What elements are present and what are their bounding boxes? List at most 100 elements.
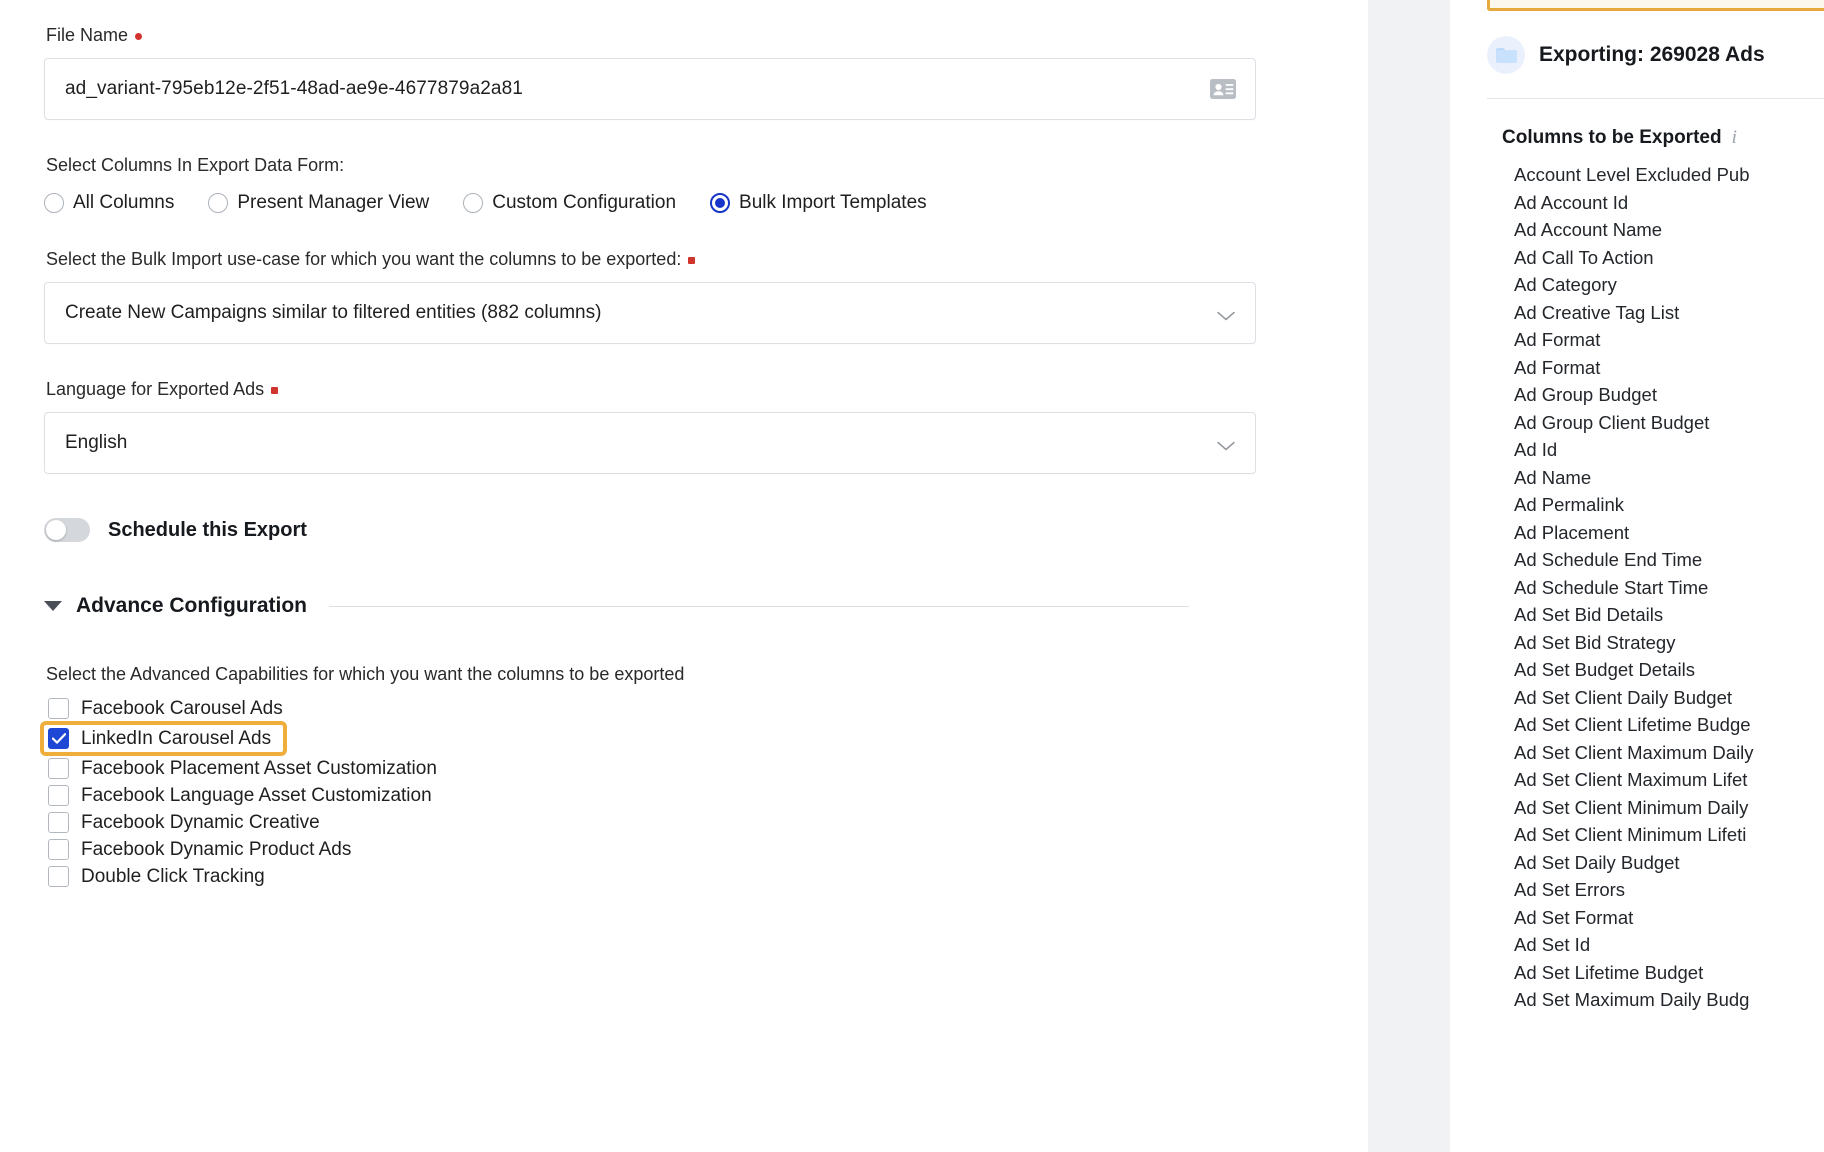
panel-divider [1487, 98, 1824, 99]
chevron-down-icon [1217, 438, 1235, 451]
use-case-selected-value: Create New Campaigns similar to filtered… [65, 302, 602, 323]
caret-down-icon [44, 601, 62, 611]
export-data-dialog: File Name ad_variant-795eb12e-2f51-48ad-… [0, 0, 1824, 1152]
list-item: Ad Permalink [1514, 494, 1625, 515]
radio-mark-icon [463, 193, 484, 213]
list-item: Ad Set Client Maximum Lifet [1514, 769, 1748, 790]
language-selected-value: English [65, 432, 128, 453]
list-item: Ad Category [1514, 274, 1617, 295]
checkbox-label: Facebook Placement Asset Customization [81, 757, 437, 779]
list-item: Ad Set Maximum Daily Budg [1514, 989, 1750, 1010]
checkbox-icon [48, 758, 69, 779]
list-item: Ad Account Name [1514, 219, 1663, 240]
panel-highlight-border [1487, 0, 1824, 11]
radio-label-bulk-import-templates: Bulk Import Templates [739, 192, 927, 213]
columns-to-be-exported-header: Columns to be Exported i [1502, 127, 1824, 149]
file-name-input-value: ad_variant-795eb12e-2f51-48ad-ae9e-46778… [65, 78, 523, 99]
checkbox-label: Facebook Carousel Ads [81, 697, 283, 719]
checkbox-linkedin-carousel-ads[interactable]: LinkedIn Carousel Ads [39, 721, 288, 756]
columns-mode-label: Select Columns In Export Data Form: [46, 154, 1324, 176]
list-item: Ad Set Bid Details [1514, 604, 1664, 625]
list-item: Ad Format [1514, 356, 1601, 378]
radio-label-all-columns: All Columns [73, 192, 175, 213]
radio-label-custom-configuration: Custom Configuration [492, 192, 677, 213]
radio-mark-selected-icon [710, 193, 731, 213]
list-item: Ad Schedule End Time [1514, 549, 1703, 570]
file-name-label-text: File Name [46, 25, 129, 45]
export-form-pane: File Name ad_variant-795eb12e-2f51-48ad-… [0, 0, 1368, 1152]
export-summary-title: Exporting: 269028 Ads [1539, 43, 1765, 66]
toggle-knob [46, 520, 66, 540]
panel-gap-divider [1368, 0, 1450, 1152]
checkbox-label: Facebook Dynamic Product Ads [81, 838, 352, 860]
checkbox-icon [48, 839, 69, 860]
checkbox-facebook-language-asset-customization[interactable]: Facebook Language Asset Customization [44, 782, 432, 809]
radio-label-present-manager-view: Present Manager View [237, 192, 430, 213]
columns-mode-label-text: Select Columns In Export Data Form: [46, 155, 345, 175]
list-item: Ad Set Client Minimum Daily [1514, 796, 1749, 818]
list-item: Ad Creative Tag List [1514, 301, 1680, 323]
list-item: Account Level Excluded Pub [1514, 164, 1750, 185]
exported-columns-list[interactable]: Account Level Excluded Pub Ad Account Id… [1514, 161, 1824, 1014]
checkbox-facebook-dynamic-creative[interactable]: Facebook Dynamic Creative [44, 809, 320, 836]
checkbox-icon [48, 785, 69, 806]
checkbox-facebook-carousel-ads[interactable]: Facebook Carousel Ads [44, 695, 283, 722]
use-case-label: Select the Bulk Import use-case for whic… [46, 248, 1324, 270]
contact-card-icon[interactable] [1209, 78, 1237, 100]
use-case-select[interactable]: Create New Campaigns similar to filtered… [44, 282, 1256, 344]
list-item: Ad Set Lifetime Budget [1514, 961, 1704, 983]
list-item: Ad Id [1514, 439, 1558, 460]
folder-icon [1487, 36, 1525, 74]
radio-option-bulk-import-templates[interactable]: Bulk Import Templates [710, 192, 927, 214]
checkbox-icon [48, 812, 69, 833]
checkbox-label: LinkedIn Carousel Ads [81, 727, 272, 749]
required-indicator-icon [271, 386, 279, 394]
list-item: Ad Set Format [1514, 906, 1634, 928]
checkbox-icon [48, 866, 69, 887]
language-label: Language for Exported Ads [46, 378, 1324, 400]
checkbox-label: Double Click Tracking [81, 865, 265, 887]
radio-option-present-manager-view[interactable]: Present Manager View [208, 192, 429, 214]
checkbox-icon [48, 698, 69, 719]
export-summary-panel: Exporting: 269028 Ads Columns to be Expo… [1450, 0, 1824, 1152]
checkbox-label: Facebook Language Asset Customization [81, 784, 432, 806]
use-case-label-text: Select the Bulk Import use-case for whic… [46, 249, 682, 269]
checkbox-facebook-dynamic-product-ads[interactable]: Facebook Dynamic Product Ads [44, 836, 351, 863]
radio-option-all-columns[interactable]: All Columns [44, 192, 174, 214]
schedule-export-row: Schedule this Export [44, 518, 1324, 542]
language-select[interactable]: English [44, 412, 1256, 474]
section-divider [329, 605, 1190, 607]
schedule-export-label: Schedule this Export [108, 518, 307, 541]
list-item: Ad Group Client Budget [1514, 411, 1710, 433]
required-indicator-icon [688, 256, 696, 264]
columns-mode-group: Select Columns In Export Data Form: All … [44, 154, 1324, 214]
checkbox-label: Facebook Dynamic Creative [81, 811, 320, 833]
list-item: Ad Account Id [1514, 191, 1629, 213]
list-item: Ad Set Client Minimum Lifeti [1514, 824, 1747, 845]
chevron-down-icon [1217, 308, 1235, 321]
schedule-export-toggle[interactable] [44, 518, 90, 542]
columns-to-be-exported-text: Columns to be Exported [1502, 127, 1722, 148]
list-item: Ad Set Errors [1514, 879, 1626, 900]
list-item: Ad Set Daily Budget [1514, 851, 1680, 873]
advanced-capabilities-hint: Select the Advanced Capabilities for whi… [46, 664, 685, 684]
list-item: Ad Set Id [1514, 934, 1591, 955]
list-item: Ad Set Client Lifetime Budge [1514, 714, 1751, 735]
list-item: Ad Placement [1514, 521, 1630, 543]
list-item: Ad Set Client Maximum Daily [1514, 741, 1754, 763]
required-indicator-icon [135, 32, 143, 40]
info-icon[interactable]: i [1732, 127, 1737, 149]
checkbox-checked-icon [48, 728, 69, 749]
list-item: Ad Name [1514, 466, 1592, 488]
radio-mark-icon [208, 193, 229, 213]
radio-option-custom-configuration[interactable]: Custom Configuration [463, 192, 676, 214]
advance-configuration-header[interactable]: Advance Configuration [44, 594, 1324, 618]
checkbox-facebook-placement-asset-customization[interactable]: Facebook Placement Asset Customization [44, 755, 437, 782]
file-name-input[interactable]: ad_variant-795eb12e-2f51-48ad-ae9e-46778… [44, 58, 1256, 120]
list-item: Ad Group Budget [1514, 384, 1657, 405]
checkbox-double-click-tracking[interactable]: Double Click Tracking [44, 863, 265, 890]
radio-mark-icon [44, 193, 64, 213]
use-case-field-group: Select the Bulk Import use-case for whic… [44, 248, 1324, 344]
columns-mode-radio-row: All Columns Present Manager View Custom … [44, 192, 1324, 214]
language-label-text: Language for Exported Ads [46, 379, 265, 399]
